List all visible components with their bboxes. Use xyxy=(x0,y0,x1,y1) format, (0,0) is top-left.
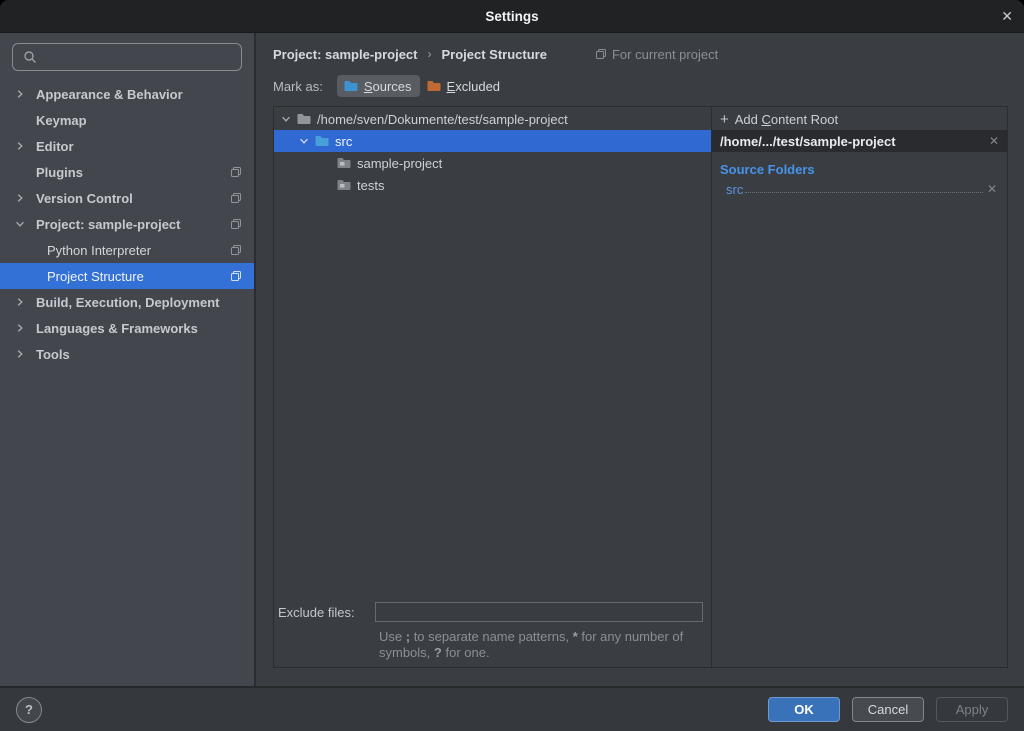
sidebar-item-label: Languages & Frameworks xyxy=(36,321,198,336)
chevron-right-icon xyxy=(14,140,36,152)
per-project-badge-icon xyxy=(230,218,242,230)
close-icon[interactable]: ✕ xyxy=(1001,0,1013,32)
content-roots-panel: + Add Content Root /home/.../test/sample… xyxy=(711,107,1007,667)
settings-main-pane: Project: sample-project › Project Struct… xyxy=(256,33,1024,686)
exclude-files-input[interactable] xyxy=(375,602,703,622)
exclude-files-label: Exclude files: xyxy=(278,605,375,620)
apply-button[interactable]: Apply xyxy=(936,697,1008,722)
chevron-down-icon[interactable] xyxy=(298,135,314,147)
sidebar-item-label: Python Interpreter xyxy=(47,243,151,258)
sidebar-item-label: Appearance & Behavior xyxy=(36,87,183,102)
per-project-badge-icon xyxy=(230,270,242,282)
sidebar-item-appearance-behavior[interactable]: Appearance & Behavior xyxy=(0,81,254,107)
ok-button[interactable]: OK xyxy=(768,697,840,722)
sources-folder-icon xyxy=(343,78,359,94)
search-icon xyxy=(23,50,37,64)
sidebar-item-project-structure[interactable]: Project Structure xyxy=(0,263,254,289)
project-structure-panels: /home/sven/Dokumente/test/sample-project… xyxy=(273,106,1008,668)
content-root-item[interactable]: /home/.../test/sample-project ✕ xyxy=(712,130,1007,152)
tree-row-label: src xyxy=(335,134,352,149)
breadcrumb: Project: sample-project › Project Struct… xyxy=(273,42,1008,66)
sidebar-item-editor[interactable]: Editor xyxy=(0,133,254,159)
dialog-footer: ? OK Cancel Apply xyxy=(0,686,1024,731)
scope-note-label: For current project xyxy=(612,47,718,62)
tree-row-sample-project[interactable]: sample-project xyxy=(274,152,711,174)
sidebar-item-label: Editor xyxy=(36,139,74,154)
chevron-down-icon xyxy=(14,218,36,230)
sidebar-item-tools[interactable]: Tools xyxy=(0,341,254,367)
folder-icon xyxy=(336,155,352,171)
source-folder-item[interactable]: src ✕ xyxy=(712,179,1007,199)
sidebar-item-label: Project: sample-project xyxy=(36,217,181,232)
exclude-files-section: Exclude files: Use ; to separate name pa… xyxy=(274,601,711,667)
settings-dialog: Settings ✕ Appearance & Behavior Keym xyxy=(0,0,1024,731)
breadcrumb-project-structure[interactable]: Project Structure xyxy=(442,47,547,62)
chevron-right-icon xyxy=(14,192,36,204)
tree-row-src[interactable]: src xyxy=(274,130,711,152)
sidebar-item-keymap[interactable]: Keymap xyxy=(0,107,254,133)
directory-tree: /home/sven/Dokumente/test/sample-project… xyxy=(274,107,711,601)
sidebar-item-build-execution-deployment[interactable]: Build, Execution, Deployment xyxy=(0,289,254,315)
sidebar-item-project-sample-project[interactable]: Project: sample-project xyxy=(0,211,254,237)
search-input[interactable] xyxy=(41,49,235,66)
content-tree-panel: /home/sven/Dokumente/test/sample-project… xyxy=(274,107,711,667)
chevron-down-icon[interactable] xyxy=(280,113,296,125)
tree-row-label: /home/sven/Dokumente/test/sample-project xyxy=(317,112,568,127)
chevron-right-icon xyxy=(14,348,36,360)
source-folders-header: Source Folders xyxy=(712,159,1007,179)
mark-excluded-button[interactable]: Excluded xyxy=(420,75,508,97)
chevron-right-icon xyxy=(14,296,36,308)
sidebar-item-label: Tools xyxy=(36,347,70,362)
tree-row-content-root[interactable]: /home/sven/Dokumente/test/sample-project xyxy=(274,108,711,130)
exclude-files-hint: Use ; to separate name patterns, * for a… xyxy=(379,629,703,661)
chevron-right-icon xyxy=(14,322,36,334)
sidebar-item-python-interpreter[interactable]: Python Interpreter xyxy=(0,237,254,263)
chevron-right-icon xyxy=(14,88,36,100)
mark-sources-label: Sources xyxy=(364,79,412,94)
remove-source-folder-icon[interactable]: ✕ xyxy=(987,182,997,196)
per-project-badge-icon xyxy=(230,244,242,256)
add-content-root-button[interactable]: + Add Content Root xyxy=(712,108,1007,130)
title-bar: Settings ✕ xyxy=(0,0,1024,33)
mark-excluded-label: Excluded xyxy=(447,79,500,94)
scope-note: For current project xyxy=(595,47,718,62)
settings-nav: Appearance & Behavior Keymap Editor Plug… xyxy=(0,81,254,686)
content-root-path: /home/.../test/sample-project xyxy=(720,134,896,149)
mark-sources-button[interactable]: Sources xyxy=(337,75,420,97)
tree-row-label: sample-project xyxy=(357,156,442,171)
sidebar-item-label: Plugins xyxy=(36,165,83,180)
sidebar-item-languages-frameworks[interactable]: Languages & Frameworks xyxy=(0,315,254,341)
dialog-title: Settings xyxy=(485,9,538,24)
mark-as-toolbar: Mark as: Sources Excluded xyxy=(273,72,1008,100)
settings-sidebar: Appearance & Behavior Keymap Editor Plug… xyxy=(0,33,256,686)
per-project-badge-icon xyxy=(595,48,607,60)
settings-search-box[interactable] xyxy=(12,43,242,71)
sidebar-item-label: Build, Execution, Deployment xyxy=(36,295,219,310)
folder-icon xyxy=(296,111,312,127)
sidebar-item-version-control[interactable]: Version Control xyxy=(0,185,254,211)
help-button[interactable]: ? xyxy=(16,697,42,723)
sidebar-item-label: Project Structure xyxy=(47,269,144,284)
add-content-root-label: Add Content Root xyxy=(735,112,838,127)
breadcrumb-separator: › xyxy=(428,47,432,61)
dotted-leader xyxy=(745,192,983,193)
breadcrumb-project[interactable]: Project: sample-project xyxy=(273,47,418,62)
sidebar-item-label: Keymap xyxy=(36,113,87,128)
excluded-folder-icon xyxy=(426,78,442,94)
folder-icon xyxy=(336,177,352,193)
remove-content-root-icon[interactable]: ✕ xyxy=(989,134,999,148)
cancel-button[interactable]: Cancel xyxy=(852,697,924,722)
dialog-body: Appearance & Behavior Keymap Editor Plug… xyxy=(0,33,1024,686)
per-project-badge-icon xyxy=(230,166,242,178)
per-project-badge-icon xyxy=(230,192,242,204)
source-folder-name: src xyxy=(726,182,743,197)
plus-icon: + xyxy=(720,112,729,127)
sidebar-item-plugins[interactable]: Plugins xyxy=(0,159,254,185)
source-folder-icon xyxy=(314,133,330,149)
tree-row-tests[interactable]: tests xyxy=(274,174,711,196)
mark-as-label: Mark as: xyxy=(273,79,323,94)
tree-row-label: tests xyxy=(357,178,384,193)
sidebar-item-label: Version Control xyxy=(36,191,133,206)
